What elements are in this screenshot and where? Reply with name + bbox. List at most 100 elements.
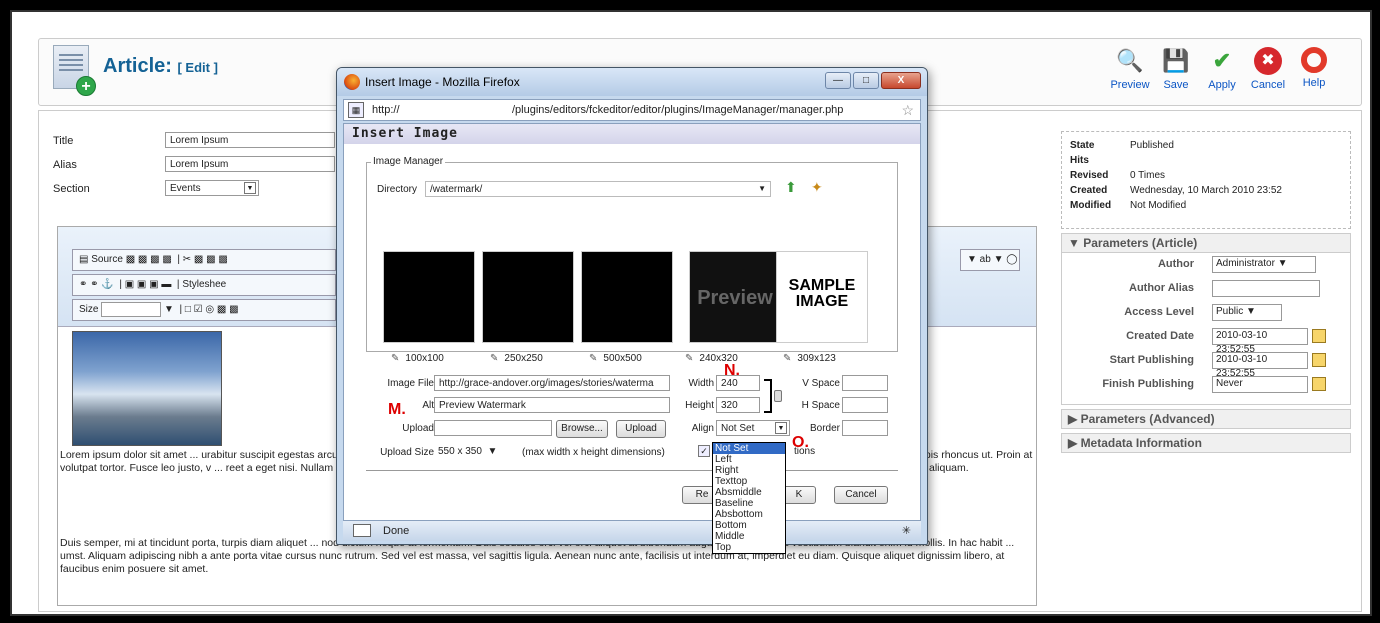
- preview-button[interactable]: 🔍 Preview: [1107, 47, 1153, 91]
- align-select[interactable]: Not Set ▼: [716, 420, 790, 436]
- directory-select[interactable]: /watermark/▼: [425, 181, 771, 197]
- thumbnail-500x500[interactable]: [581, 251, 673, 343]
- color-toolbar-group[interactable]: ▼ ab ▼ ◯: [960, 249, 1020, 271]
- lifebuoy-icon: [1301, 47, 1327, 73]
- edit-icon[interactable]: ✎: [490, 353, 498, 364]
- align-option[interactable]: Top: [713, 542, 785, 553]
- border-input[interactable]: [842, 420, 888, 436]
- title-input[interactable]: Lorem Ipsum: [165, 132, 335, 148]
- vspace-input[interactable]: [842, 375, 888, 391]
- image-manager-body: Insert Image Image Manager Directory /wa…: [343, 123, 921, 521]
- align-option[interactable]: Middle: [713, 531, 785, 542]
- article-icon: +: [53, 45, 96, 96]
- article-info: State Published Hits Revised 0 Times Creat…: [1061, 131, 1351, 229]
- cancel-button[interactable]: ✖ Cancel: [1245, 47, 1291, 91]
- calendar-icon[interactable]: [1312, 329, 1326, 343]
- section-label: Section: [53, 183, 90, 195]
- upload-size-select[interactable]: 550 x 350 ▼: [434, 444, 514, 460]
- image-file-input[interactable]: http://grace-andover.org/images/stories/…: [434, 375, 670, 391]
- align-option[interactable]: Right: [713, 465, 785, 476]
- align-option[interactable]: Bottom: [713, 520, 785, 531]
- parameters-advanced-header[interactable]: ▶ Parameters (Advanced): [1061, 409, 1351, 429]
- author-select[interactable]: Administrator ▼: [1212, 256, 1316, 273]
- alias-label: Alias: [53, 159, 77, 171]
- stylesheet-select[interactable]: Styleshee: [182, 279, 226, 290]
- cancel-icon: ✖: [1254, 47, 1282, 75]
- section-select[interactable]: Events ▼: [165, 180, 259, 196]
- lock-icon[interactable]: [774, 390, 782, 402]
- ok-button[interactable]: K: [782, 486, 816, 504]
- window-controls: — □ X: [825, 72, 921, 89]
- editor-image[interactable]: [72, 331, 222, 446]
- align-dropdown[interactable]: Not Set Left Right Texttop Absmiddle Bas…: [712, 442, 786, 554]
- align-option[interactable]: Baseline: [713, 498, 785, 509]
- finish-publishing-input[interactable]: Never: [1212, 376, 1308, 393]
- status-bar: Done ✳: [343, 521, 921, 541]
- author-alias-input[interactable]: [1212, 280, 1320, 297]
- edit-icon[interactable]: ✎: [685, 353, 693, 364]
- url-bar[interactable]: ▦ http:// /plugins/editors/fckeditor/edi…: [343, 99, 921, 121]
- bug-icon: ✳: [901, 525, 911, 537]
- new-folder-icon[interactable]: ✦: [811, 179, 823, 196]
- upload-file-input[interactable]: [434, 420, 552, 436]
- align-option[interactable]: Texttop: [713, 476, 785, 487]
- maximize-button[interactable]: □: [853, 72, 879, 89]
- marker-m: M.: [388, 401, 406, 418]
- check-icon: ✔: [1212, 48, 1232, 73]
- edit-icon[interactable]: ✎: [391, 353, 399, 364]
- constrain-checkbox[interactable]: ✓: [698, 445, 710, 457]
- alt-input[interactable]: Preview Watermark: [434, 397, 670, 413]
- link-toolbar-group[interactable]: ⚭ ⚭ ⚓ | ▣ ▣ ▣ ▬ | Styleshee: [72, 274, 336, 296]
- edit-icon[interactable]: ✎: [589, 353, 597, 364]
- start-publishing-input[interactable]: 2010-03-10 23:52:55: [1212, 352, 1308, 379]
- marker-n: N.: [724, 362, 740, 379]
- parameters-article-panel: Author Administrator ▼ Author Alias Acces…: [1061, 253, 1351, 405]
- thumbnail-100x100[interactable]: [383, 251, 475, 343]
- floppy-icon: 💾: [1162, 48, 1190, 73]
- align-option[interactable]: Absbottom: [713, 509, 785, 520]
- size-toolbar-group[interactable]: Size ▼ | □ ☑ ◎ ▩ ▩: [72, 299, 336, 321]
- calendar-icon[interactable]: [1312, 377, 1326, 391]
- hspace-input[interactable]: [842, 397, 888, 413]
- cancel-dialog-button[interactable]: Cancel: [834, 486, 888, 504]
- apply-button[interactable]: ✔ Apply: [1199, 47, 1245, 91]
- thumbnail-240x320[interactable]: Preview: [689, 251, 781, 343]
- firefox-icon: [344, 74, 360, 90]
- minimize-button[interactable]: —: [825, 72, 851, 89]
- source-button[interactable]: Source: [91, 254, 123, 265]
- parameters-article-header[interactable]: ▼ Parameters (Article): [1061, 233, 1351, 253]
- image-manager-fieldset: Image Manager Directory /watermark/▼ ⬆ ✦…: [366, 156, 898, 364]
- size-select[interactable]: Size: [79, 304, 98, 315]
- status-icon: [353, 524, 371, 537]
- title-label: Title: [53, 135, 74, 147]
- align-option[interactable]: Absmiddle: [713, 487, 785, 498]
- created-date-input[interactable]: 2010-03-10 23:52:55: [1212, 328, 1308, 355]
- align-option[interactable]: Not Set: [713, 443, 785, 454]
- align-option[interactable]: Left: [713, 454, 785, 465]
- upload-button[interactable]: Upload: [616, 420, 666, 438]
- source-toolbar-group[interactable]: ▤ Source ▩ ▩ ▩ ▩ | ✂ ▩ ▩ ▩: [72, 249, 336, 271]
- folder-up-icon[interactable]: ⬆: [785, 179, 797, 196]
- edit-icon[interactable]: ✎: [783, 353, 791, 364]
- sidebar: State Published Hits Revised 0 Times Creat…: [1061, 131, 1351, 453]
- close-button[interactable]: X: [881, 72, 921, 89]
- insert-image-heading: Insert Image: [344, 124, 920, 144]
- browse-button[interactable]: Browse...: [556, 420, 608, 438]
- thumbnail-309x123[interactable]: SAMPLE IMAGE: [776, 251, 868, 343]
- thumbnail-250x250[interactable]: [482, 251, 574, 343]
- insert-image-window: Insert Image - Mozilla Firefox — □ X ▦ h…: [336, 67, 928, 545]
- alias-input[interactable]: Lorem Ipsum: [165, 156, 335, 172]
- marker-o: O.: [792, 434, 809, 451]
- constrain-bracket: [764, 379, 772, 413]
- metadata-header[interactable]: ▶ Metadata Information: [1061, 433, 1351, 453]
- bookmark-star-icon[interactable]: ☆: [901, 100, 914, 120]
- help-button[interactable]: Help: [1291, 47, 1337, 89]
- divider: [366, 470, 898, 471]
- save-button[interactable]: 💾 Save: [1153, 47, 1199, 91]
- access-level-select[interactable]: Public ▼: [1212, 304, 1282, 321]
- thumbnail-grid: Preview SAMPLE IMAGE ✎ 100x100 ✎ 250x250 ✎…: [369, 205, 875, 364]
- magnifier-icon: 🔍: [1116, 48, 1144, 73]
- height-input[interactable]: 320: [716, 397, 760, 413]
- calendar-icon[interactable]: [1312, 353, 1326, 367]
- site-icon: ▦: [348, 102, 364, 118]
